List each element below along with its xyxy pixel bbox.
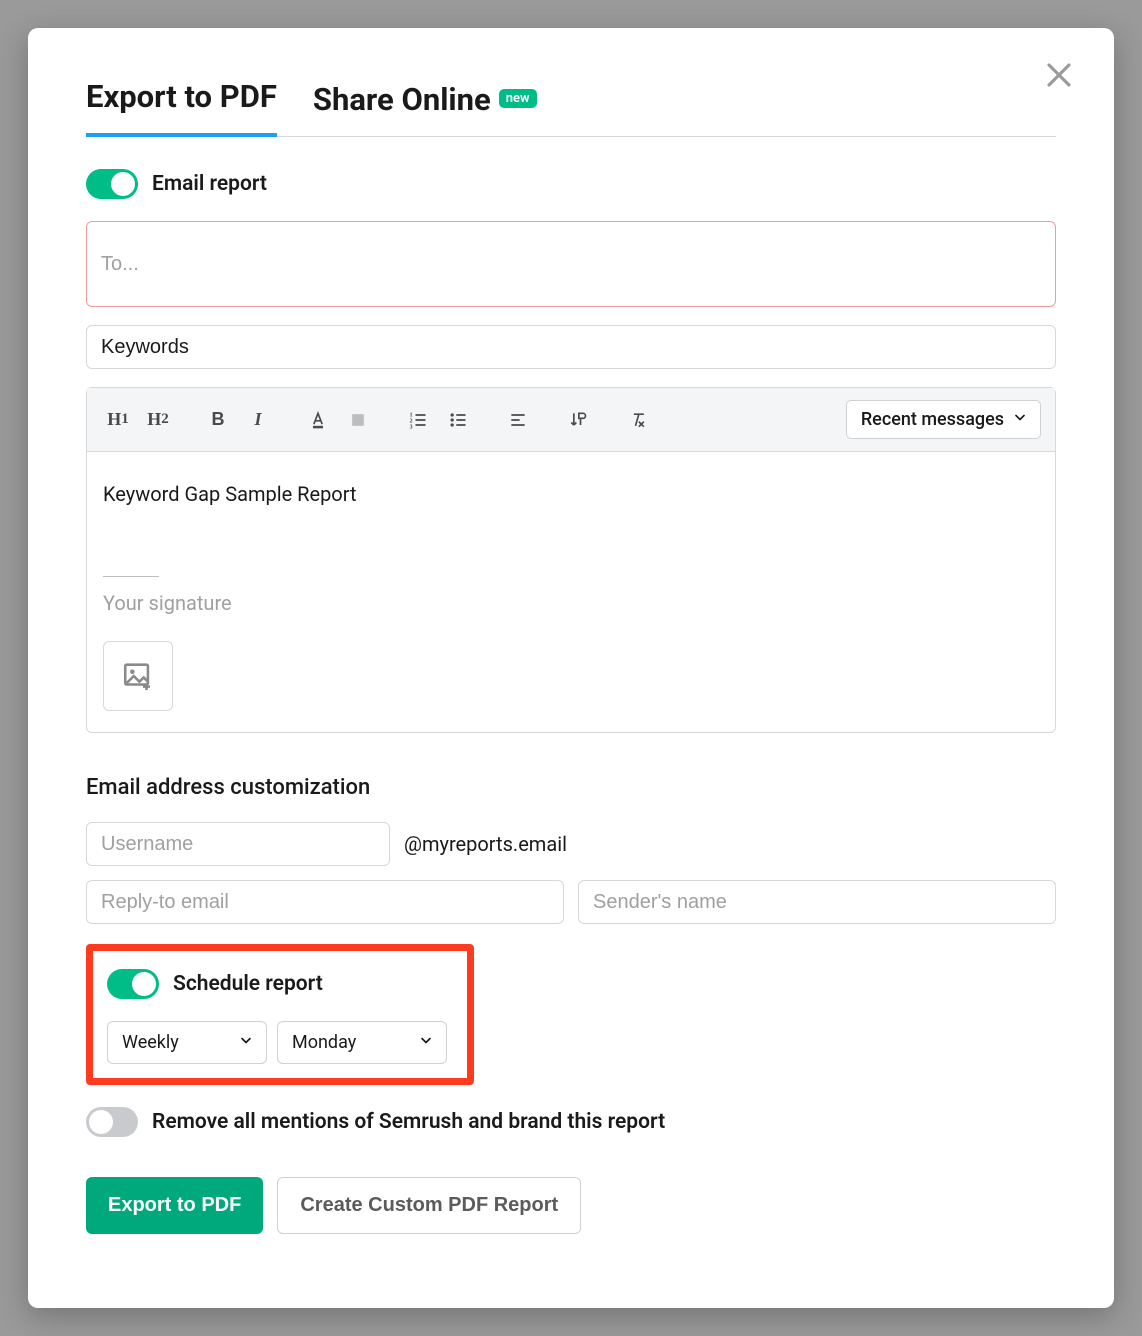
recent-messages-label: Recent messages	[861, 409, 1004, 430]
align-icon	[508, 410, 528, 430]
new-badge: new	[499, 89, 537, 108]
h1-button[interactable]: H1	[101, 403, 135, 437]
chevron-down-icon	[238, 1032, 254, 1053]
signature-placeholder: Your signature	[103, 591, 1039, 615]
ordered-list-icon: 123	[408, 410, 428, 430]
message-editor: H1 H2 B I 123	[86, 387, 1056, 733]
text-color-icon	[308, 410, 328, 430]
email-report-toggle[interactable]	[86, 169, 138, 199]
day-select[interactable]: Monday	[277, 1021, 447, 1064]
direction-button[interactable]	[561, 403, 595, 437]
chevron-down-icon	[418, 1032, 434, 1053]
schedule-highlight-box: Schedule report Weekly Monday	[86, 944, 474, 1085]
reply-sender-row	[86, 880, 1056, 924]
schedule-toggle[interactable]	[107, 969, 159, 999]
editor-toolbar: H1 H2 B I 123	[87, 388, 1055, 452]
direction-icon	[568, 410, 588, 430]
email-domain-text: @myreports.email	[404, 832, 567, 856]
schedule-label: Schedule report	[173, 972, 323, 996]
username-field[interactable]	[86, 822, 390, 866]
customization-title: Email address customization	[86, 775, 1056, 800]
day-value: Monday	[292, 1032, 356, 1053]
export-button[interactable]: Export to PDF	[86, 1177, 263, 1234]
h1-sub: 1	[121, 411, 129, 428]
schedule-report-row: Schedule report	[107, 969, 453, 999]
highlight-button[interactable]	[341, 403, 375, 437]
unordered-list-icon	[448, 410, 468, 430]
text-color-button[interactable]	[301, 403, 335, 437]
modal-tabs: Export to PDF Share Online new	[86, 78, 1056, 137]
reply-to-field[interactable]	[86, 880, 564, 924]
subject-field[interactable]	[86, 325, 1056, 369]
ordered-list-button[interactable]: 123	[401, 403, 435, 437]
h1-glyph: H	[107, 409, 121, 430]
recent-messages-select[interactable]: Recent messages	[846, 400, 1041, 439]
bold-button[interactable]: B	[201, 403, 235, 437]
clear-format-icon	[628, 410, 648, 430]
close-button[interactable]	[1044, 60, 1074, 90]
export-modal: Export to PDF Share Online new Email rep…	[28, 28, 1114, 1308]
email-report-label: Email report	[152, 172, 267, 196]
italic-button[interactable]: I	[241, 403, 275, 437]
clear-format-button[interactable]	[621, 403, 655, 437]
brand-toggle-label: Remove all mentions of Semrush and brand…	[152, 1110, 665, 1134]
close-icon	[1044, 60, 1074, 90]
image-add-icon	[121, 659, 155, 693]
frequency-value: Weekly	[122, 1032, 179, 1053]
sender-name-field[interactable]	[578, 880, 1056, 924]
h2-sub: 2	[161, 411, 169, 428]
tab-share-online[interactable]: Share Online new	[313, 81, 537, 136]
signature-divider	[103, 576, 159, 577]
schedule-selects: Weekly Monday	[107, 1021, 453, 1064]
to-field[interactable]	[86, 221, 1056, 307]
tab-export-pdf[interactable]: Export to PDF	[86, 78, 277, 137]
editor-body[interactable]: Keyword Gap Sample Report Your signature	[87, 452, 1055, 732]
brand-toggle-row: Remove all mentions of Semrush and brand…	[86, 1107, 1056, 1137]
unordered-list-button[interactable]	[441, 403, 475, 437]
username-row: @myreports.email	[86, 822, 1056, 866]
modal-actions: Export to PDF Create Custom PDF Report	[86, 1177, 1056, 1234]
frequency-select[interactable]: Weekly	[107, 1021, 267, 1064]
chevron-down-icon	[1012, 409, 1028, 430]
create-custom-report-button[interactable]: Create Custom PDF Report	[277, 1177, 581, 1234]
editor-text: Keyword Gap Sample Report	[103, 482, 1039, 506]
h2-glyph: H	[147, 409, 161, 430]
email-report-row: Email report	[86, 169, 1056, 199]
h2-button[interactable]: H2	[141, 403, 175, 437]
tab-share-label: Share Online	[313, 81, 491, 118]
svg-text:3: 3	[410, 424, 413, 430]
align-button[interactable]	[501, 403, 535, 437]
highlight-icon	[348, 410, 368, 430]
add-image-button[interactable]	[103, 641, 173, 711]
brand-toggle[interactable]	[86, 1107, 138, 1137]
